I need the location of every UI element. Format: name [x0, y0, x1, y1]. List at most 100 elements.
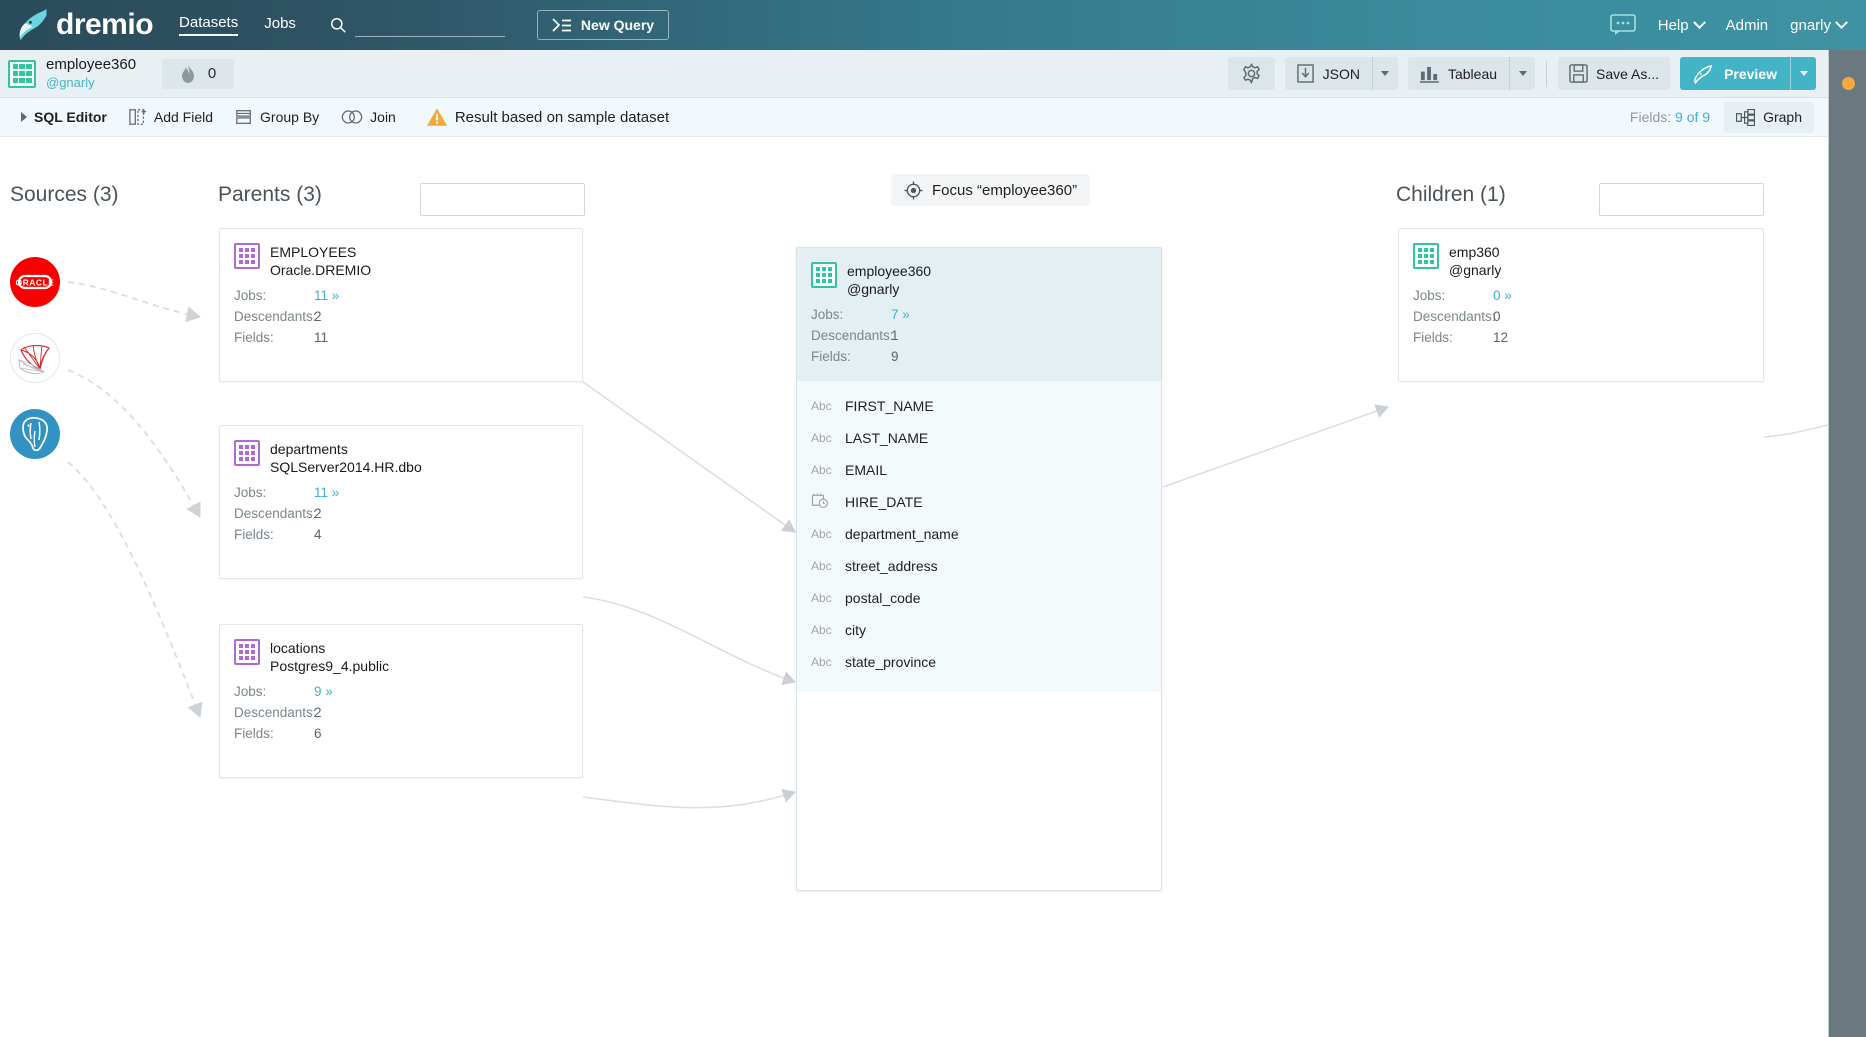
group-by-button[interactable]: Group By — [224, 102, 330, 132]
sqlserver-logo-icon — [18, 344, 50, 375]
export-format-label: JSON — [1322, 65, 1360, 82]
focused-dataset-card[interactable]: employee360 @gnarly Jobs: 7 » Descendant… — [796, 247, 1162, 891]
jobs-link[interactable]: 11 » — [314, 285, 339, 306]
node-header: employee360 @gnarly — [797, 248, 1161, 304]
stat-label: Jobs: — [1413, 288, 1446, 304]
jobs-link[interactable]: 7 » — [891, 304, 910, 325]
parent-card-locations[interactable]: locations Postgres9_4.public Jobs: 9 » D… — [219, 624, 583, 778]
jobs-link[interactable]: 0 » — [1493, 285, 1512, 306]
field-name: street_address — [845, 558, 938, 575]
node-stats: Jobs: 11 » Descendants: 2 Fields: 11 — [220, 285, 582, 362]
add-field-label: Add Field — [153, 109, 214, 125]
field-name: postal_code — [845, 590, 921, 607]
new-query-label: New Query — [580, 17, 655, 33]
field-name: HIRE_DATE — [845, 494, 923, 511]
parents-search-input[interactable] — [421, 192, 615, 207]
field-row[interactable]: Abc EMAIL — [797, 454, 1161, 486]
export-json-button[interactable]: JSON — [1285, 57, 1372, 90]
field-row[interactable]: Abc state_province — [797, 646, 1161, 678]
search-input[interactable] — [354, 13, 505, 37]
parents-search[interactable] — [420, 183, 615, 216]
user-label: gnarly — [1790, 16, 1831, 34]
tableau-button[interactable]: Tableau — [1408, 57, 1509, 90]
chat-bubble-button[interactable] — [1609, 14, 1636, 36]
dremio-narwhal-icon — [1694, 64, 1713, 84]
nav-link-datasets[interactable]: Datasets — [179, 14, 239, 36]
stat-value: 0 — [1493, 309, 1501, 325]
graph-icon — [1736, 108, 1756, 126]
user-menu[interactable]: gnarly — [1790, 15, 1848, 34]
oracle-logo-icon: ORACLE — [16, 274, 54, 290]
admin-link[interactable]: Admin — [1726, 17, 1769, 34]
stat-jobs: Jobs: 11 » — [234, 285, 568, 306]
node-header: locations Postgres9_4.public — [220, 625, 582, 681]
stat-label: Fields: — [234, 726, 274, 742]
children-search[interactable] — [1599, 183, 1794, 216]
node-name: locations — [270, 640, 326, 656]
export-format-dropdown[interactable] — [1371, 57, 1398, 90]
parent-card-departments[interactable]: departments SQLServer2014.HR.dbo Jobs: 1… — [219, 425, 583, 579]
node-path: @gnarly — [847, 281, 900, 298]
pin-count-button[interactable]: 0 — [162, 58, 235, 89]
node-name: departments — [270, 441, 348, 457]
field-row[interactable]: Abc department_name — [797, 518, 1161, 550]
new-query-icon — [552, 17, 571, 32]
field-row[interactable]: Abc FIRST_NAME — [797, 390, 1161, 422]
stat-value: 12 — [1493, 330, 1509, 346]
field-type-text-icon: Abc — [811, 655, 832, 670]
jobs-link[interactable]: 11 » — [314, 482, 339, 503]
bi-tool-dropdown[interactable] — [1509, 57, 1535, 90]
field-type-text-icon: Abc — [811, 527, 832, 542]
stat-label: Descendants: — [234, 309, 317, 325]
parent-card-employees[interactable]: EMPLOYEES Oracle.DREMIO Jobs: 11 » Desce… — [219, 228, 583, 382]
stat-descendants: Descendants: 0 — [1413, 306, 1749, 327]
help-menu[interactable]: Help — [1658, 15, 1706, 34]
preview-button[interactable]: Preview — [1680, 57, 1790, 90]
dataset-owner[interactable]: @gnarly — [46, 75, 136, 91]
stat-label: Descendants: — [811, 328, 894, 344]
node-header: emp360 @gnarly — [1399, 229, 1763, 285]
preview-dropdown[interactable] — [1790, 57, 1816, 90]
transform-toolbar-right: Fields: 9 of 9 Graph — [1630, 101, 1814, 133]
stat-descendants: Descendants: 1 — [811, 325, 1147, 346]
global-search[interactable] — [330, 13, 505, 37]
graph-view-button[interactable]: Graph — [1724, 101, 1814, 133]
node-path: Oracle.DREMIO — [270, 262, 372, 279]
stat-label: Jobs: — [234, 288, 267, 304]
jobs-link[interactable]: 9 » — [314, 681, 333, 702]
settings-button[interactable] — [1227, 57, 1275, 90]
add-field-button[interactable]: Add Field — [118, 102, 224, 132]
node-header: departments SQLServer2014.HR.dbo — [220, 426, 582, 482]
nav-link-jobs[interactable]: Jobs — [264, 15, 296, 35]
virtual-dataset-icon — [1413, 243, 1439, 269]
node-stats: Jobs: 7 » Descendants: 1 Fields: 9 — [797, 304, 1161, 381]
field-row[interactable]: Abc postal_code — [797, 582, 1161, 614]
field-row[interactable]: Abc street_address — [797, 550, 1161, 582]
sqlserver-source-icon[interactable] — [10, 333, 60, 383]
stat-label: Descendants: — [234, 705, 317, 721]
postgres-source-icon[interactable] — [10, 409, 60, 459]
dataset-toolbar: employee360 @gnarly 0 JSON Tableau Save … — [0, 50, 1828, 98]
save-as-button[interactable]: Save As... — [1558, 57, 1671, 90]
focus-target-icon — [904, 180, 923, 200]
stat-jobs: Jobs: 9 » — [234, 681, 568, 702]
children-search-input[interactable] — [1600, 192, 1794, 207]
focused-field-list: Abc FIRST_NAME Abc LAST_NAME Abc EMAIL H… — [797, 381, 1161, 693]
group-by-label: Group By — [260, 109, 320, 125]
stat-value: 2 — [314, 506, 322, 522]
new-query-button[interactable]: New Query — [536, 10, 670, 40]
field-row[interactable]: Abc city — [797, 614, 1161, 646]
oracle-source-icon[interactable]: ORACLE — [10, 257, 60, 307]
sql-editor-toggle[interactable]: SQL Editor — [10, 102, 118, 132]
field-row[interactable]: Abc LAST_NAME — [797, 422, 1161, 454]
node-path: Postgres9_4.public — [270, 658, 390, 675]
right-side-panel[interactable] — [1828, 50, 1866, 1037]
focus-button[interactable]: Focus “employee360” — [891, 174, 1091, 206]
child-card-emp360[interactable]: emp360 @gnarly Jobs: 0 » Descendants: 0 … — [1398, 228, 1764, 382]
node-name: EMPLOYEES — [270, 244, 357, 260]
join-button[interactable]: Join — [330, 102, 407, 132]
field-row[interactable]: HIRE_DATE — [797, 486, 1161, 518]
sources-header: Sources (3) — [10, 183, 119, 206]
dremio-logo[interactable]: dremio — [16, 8, 154, 42]
focus-button-label: Focus “employee360” — [932, 181, 1078, 199]
